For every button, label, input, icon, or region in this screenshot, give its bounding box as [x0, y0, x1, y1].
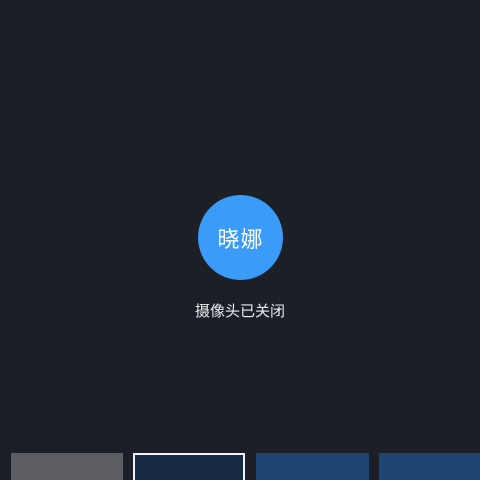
participant-thumbnail[interactable]: [256, 453, 369, 480]
participant-thumbnail[interactable]: [11, 453, 123, 480]
video-call-screen: 晓娜 摄像头已关闭: [0, 0, 480, 480]
participant-avatar[interactable]: 晓娜: [198, 195, 283, 280]
participant-thumbnail[interactable]: [379, 453, 480, 480]
participant-thumbnail-selected[interactable]: [133, 453, 245, 480]
camera-off-status: 摄像头已关闭: [194, 302, 285, 320]
participant-name: 晓娜: [217, 227, 264, 253]
participant-thumbnail-strip: [0, 453, 480, 480]
